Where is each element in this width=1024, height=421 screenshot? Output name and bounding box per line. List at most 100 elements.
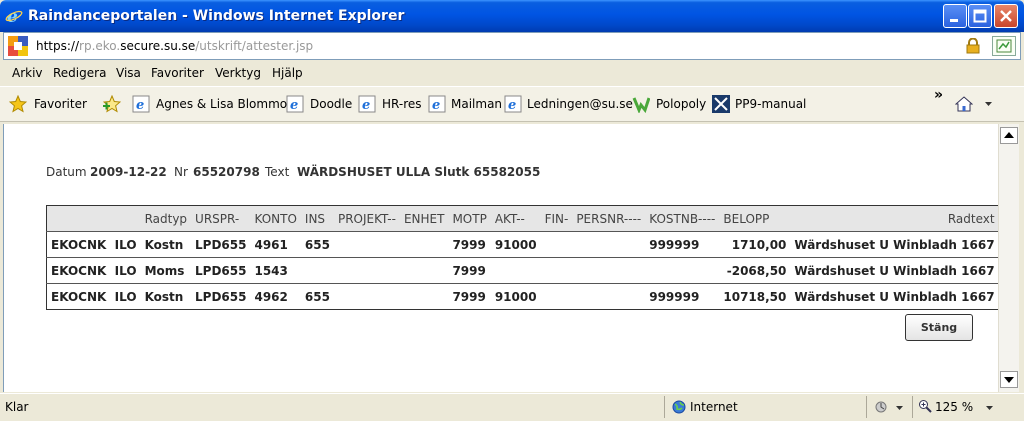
table-row: EKOCNK ILO Kostn LPD655 4961 655 7999 91… xyxy=(46,231,1000,258)
table-row: EKOCNK ILO Moms LPD655 1543 7999 -2068,5… xyxy=(46,257,1000,284)
cell-radtext: Wärdshuset U Winbladh 1667 xyxy=(790,257,1000,284)
svg-text:e: e xyxy=(432,98,440,113)
compatibility-icon xyxy=(996,39,1012,53)
cell-ins: 655 xyxy=(300,283,334,310)
scroll-down-button[interactable] xyxy=(1000,371,1018,388)
favorites-star-icon xyxy=(9,95,27,113)
vertical-scrollbar[interactable] xyxy=(998,124,1019,392)
cell-akt: 91000 xyxy=(490,283,541,310)
close-window-button[interactable] xyxy=(994,4,1018,28)
page-content: Datum 2009-12-22 Nr 65520798 Text WÄRDSH… xyxy=(3,124,1000,392)
cell-projekt xyxy=(333,283,400,310)
cell-urspr: LPD655 xyxy=(191,257,251,284)
minimize-button[interactable] xyxy=(943,4,967,28)
col-header-konto: KONTO xyxy=(250,205,301,232)
cell-projekt xyxy=(333,231,400,258)
scroll-up-button[interactable] xyxy=(1000,127,1018,144)
cell-radtyp: Kostn xyxy=(140,231,192,258)
text-value: WÄRDSHUSET ULLA Slutk 65582055 xyxy=(297,165,541,179)
cell-motp: 7999 xyxy=(448,231,491,258)
polopoly-icon xyxy=(632,97,650,113)
status-bar: Klar Internet 125 % xyxy=(0,393,1024,421)
pp9-icon xyxy=(712,95,730,113)
table-header-row: Radtyp URSPR- KONTO INS PROJEKT-- ENHET … xyxy=(46,205,1000,232)
cell-akt: 91000 xyxy=(490,231,541,258)
cell-projekt xyxy=(333,257,400,284)
home-icon[interactable] xyxy=(955,95,973,113)
maximize-button[interactable] xyxy=(968,4,992,28)
arrow-up-icon xyxy=(1004,132,1014,138)
cell-belopp: 1710,00 xyxy=(719,231,791,258)
col-header-fin: FIN- xyxy=(540,205,573,232)
datum-label: Datum xyxy=(46,165,87,179)
address-bar[interactable]: https://rp.eko.secure.su.se/utskrift/att… xyxy=(3,32,1021,60)
menu-arkiv[interactable]: Arkiv xyxy=(12,66,43,80)
cell-persnr xyxy=(572,231,646,258)
compatibility-view-button[interactable] xyxy=(992,36,1016,56)
cell-belopp: -2068,50 xyxy=(719,257,791,284)
col-header-kostnb: KOSTNB---- xyxy=(645,205,720,232)
transaction-table: Radtyp URSPR- KONTO INS PROJEKT-- ENHET … xyxy=(46,205,1000,310)
col-header-belopp: BELOPP xyxy=(719,205,791,232)
site-favicon-icon xyxy=(8,36,28,56)
status-divider xyxy=(912,396,913,418)
menu-bar: Arkiv Redigera Visa Favoriter Verktyg Hj… xyxy=(0,61,1024,85)
arrow-down-icon xyxy=(1004,377,1014,383)
col-header-blank xyxy=(46,205,141,232)
status-divider xyxy=(866,396,867,418)
svg-text:e: e xyxy=(362,98,370,113)
text-label: Text xyxy=(265,165,290,179)
zoom-level[interactable]: 125 % xyxy=(935,400,973,414)
chevron-down-icon[interactable] xyxy=(896,406,904,412)
favorite-link-agnes-lisa[interactable]: Agnes & Lisa Blommor xyxy=(156,97,292,111)
col-header-projekt: PROJEKT-- xyxy=(333,205,400,232)
cell-motp: 7999 xyxy=(448,283,491,310)
close-button[interactable]: Stäng xyxy=(905,314,973,341)
favorites-button[interactable]: Favoriter xyxy=(34,97,87,111)
menu-redigera[interactable]: Redigera xyxy=(53,66,106,80)
col-header-enhet: ENHET xyxy=(399,205,449,232)
favorite-link-mailman[interactable]: Mailman xyxy=(451,97,502,111)
cell-radtyp: Moms xyxy=(140,257,192,284)
window-title: Raindanceportalen - Windows Internet Exp… xyxy=(28,8,405,24)
svg-text:e: e xyxy=(136,98,144,113)
col-header-akt: AKT-- xyxy=(490,205,541,232)
title-bar: e Raindanceportalen - Windows Internet E… xyxy=(0,0,1024,32)
cell-kostnb: 999999 xyxy=(645,231,720,258)
datum-value: 2009-12-22 xyxy=(90,165,167,179)
favorite-link-ledningen[interactable]: Ledningen@su.se xyxy=(527,97,633,111)
cell-radtyp: Kostn xyxy=(140,283,192,310)
lock-icon[interactable] xyxy=(966,38,980,54)
close-icon xyxy=(1000,10,1012,22)
cell-radtext: Wärdshuset U Winbladh 1667 xyxy=(790,283,1000,310)
cell-enhet xyxy=(399,283,449,310)
favorites-overflow-chevron[interactable]: » xyxy=(934,87,943,103)
favorite-link-hr-res[interactable]: HR-res xyxy=(382,97,422,111)
cell-enhet xyxy=(399,257,449,284)
protected-mode-icon[interactable] xyxy=(874,400,888,414)
cell-konto: 4961 xyxy=(250,231,301,258)
cell-persnr xyxy=(572,283,646,310)
chevron-down-icon[interactable] xyxy=(986,406,994,412)
menu-visa[interactable]: Visa xyxy=(116,66,141,80)
security-zone[interactable]: Internet xyxy=(690,400,738,414)
menu-favoriter[interactable]: Favoriter xyxy=(151,66,204,80)
cell-akt xyxy=(490,257,541,284)
cell-org: EKOCNK ILO xyxy=(46,283,141,310)
add-favorite-icon[interactable] xyxy=(103,95,121,113)
menu-hjalp[interactable]: Hjälp xyxy=(272,66,303,80)
nr-value: 65520798 xyxy=(193,165,260,179)
url-text[interactable]: https://rp.eko.secure.su.se/utskrift/att… xyxy=(36,39,313,53)
ie-page-icon: e xyxy=(504,95,522,113)
svg-text:e: e xyxy=(290,98,298,113)
menu-verktyg[interactable]: Verktyg xyxy=(215,66,261,80)
zoom-icon[interactable] xyxy=(918,399,932,413)
chevron-down-icon[interactable] xyxy=(985,102,993,108)
col-header-motp: MOTP xyxy=(448,205,491,232)
favorite-link-pp9-manual[interactable]: PP9-manual xyxy=(735,97,806,111)
cell-fin xyxy=(540,231,573,258)
cell-urspr: LPD655 xyxy=(191,231,251,258)
favorite-link-polopoly[interactable]: Polopoly xyxy=(656,97,706,111)
favorite-link-doodle[interactable]: Doodle xyxy=(310,97,352,111)
cell-fin xyxy=(540,257,573,284)
